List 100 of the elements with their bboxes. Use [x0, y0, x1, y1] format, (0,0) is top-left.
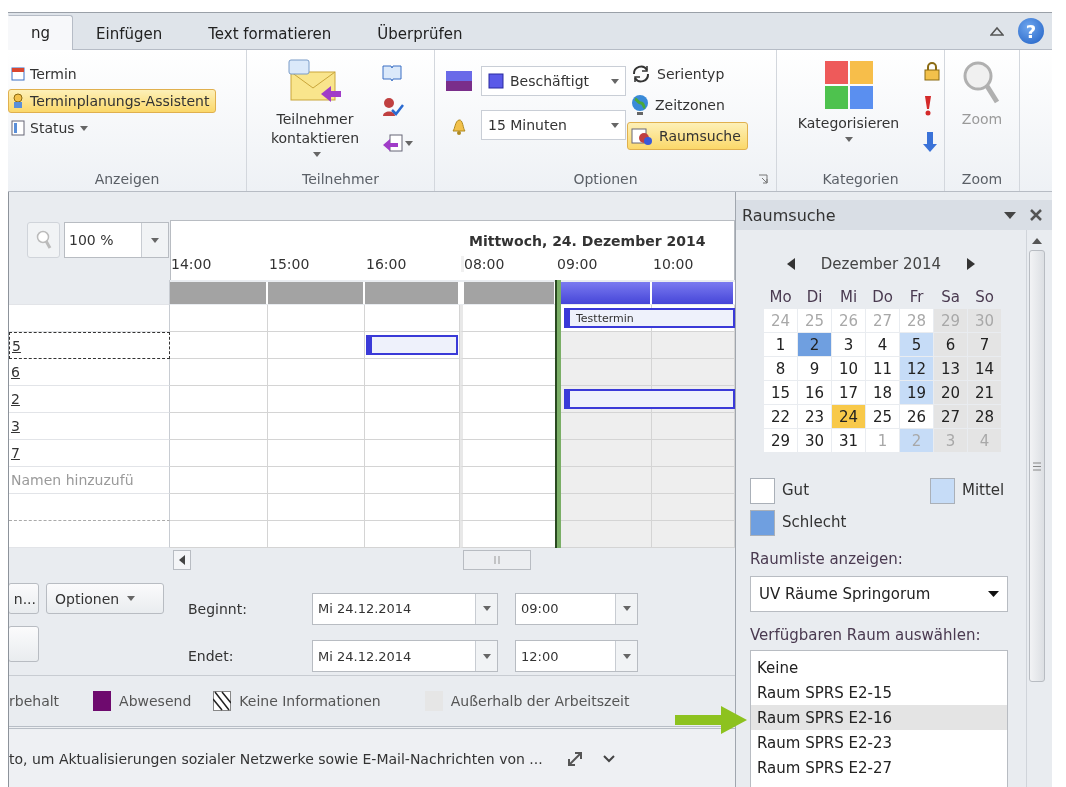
calendar-day[interactable]: 5	[900, 333, 933, 356]
weekday-label: Di	[805, 287, 824, 308]
weekday-label: Do	[871, 287, 894, 308]
room-list[interactable]: Keine Raum SPRS E2-15 Raum SPRS E2-16 Raum SPRS E2-23 Raum SPRS E2-27	[750, 650, 1008, 787]
reminder-dropdown[interactable]: 15 Minuten	[481, 110, 626, 140]
caret-icon	[79, 125, 88, 131]
calendar-day[interactable]: 23	[798, 405, 831, 428]
categorize-button[interactable]: Kategorisieren	[791, 50, 906, 167]
date-field[interactable]: Mi 24.12.2014	[312, 592, 498, 625]
ribbon-button[interactable]: Raumsuche	[627, 122, 748, 150]
calendar-day[interactable]: 3	[832, 333, 865, 356]
zoom-field[interactable]: 100 %	[64, 222, 169, 258]
button[interactable]: Optionen	[46, 583, 164, 614]
calendar-day[interactable]: 17	[832, 381, 865, 404]
calendar-day[interactable]: 21	[968, 381, 1001, 404]
collapse-button[interactable]	[602, 754, 615, 763]
exclamation-icon	[923, 95, 933, 117]
calendar-day[interactable]: 16	[798, 381, 831, 404]
calendar-day[interactable]: 12	[900, 357, 933, 380]
calendar-day[interactable]: 18	[866, 381, 899, 404]
scrollbar-thumb[interactable]	[1029, 250, 1045, 682]
room-item[interactable]: Raum SPRS E2-16	[751, 705, 1007, 730]
scroll-left-button[interactable]	[173, 550, 191, 570]
calendar-day[interactable]: 15	[764, 381, 797, 404]
hatched-swatch-icon	[213, 691, 232, 711]
ribbon-button[interactable]: Zeitzonen	[627, 90, 748, 120]
weekday-label: Mi	[838, 287, 859, 308]
calendar-day[interactable]: 20	[934, 381, 967, 404]
weekday-label: So	[974, 287, 995, 308]
ribbon-button[interactable]: Termin	[8, 62, 217, 86]
calendar-day[interactable]: 29	[764, 429, 797, 452]
calendar-day[interactable]: 8	[764, 357, 797, 380]
time-field[interactable]: 09:00	[515, 592, 638, 625]
dialog-launcher-icon[interactable]	[758, 174, 768, 184]
room-item[interactable]: Keine	[751, 655, 1007, 680]
calendar-day[interactable]: 6	[934, 333, 967, 356]
caret-icon	[611, 122, 619, 128]
calendar-day[interactable]: 31	[832, 429, 865, 452]
close-button[interactable]	[1030, 209, 1042, 221]
calendar-day[interactable]: 4	[866, 333, 899, 356]
room-list-dropdown[interactable]: UV Räume Springorum	[750, 576, 1008, 612]
ribbon-button[interactable]: Status	[8, 116, 217, 140]
caret-icon	[482, 606, 491, 612]
calendar-day[interactable]: 25	[866, 405, 899, 428]
calendar-day[interactable]: 26	[900, 405, 933, 428]
caret-icon	[622, 606, 631, 612]
attendee-name[interactable]: 6	[11, 364, 20, 380]
field-label: Endet:	[188, 648, 235, 665]
calendar-day[interactable]: 28	[968, 405, 1001, 428]
button[interactable]: n...	[9, 583, 39, 614]
attendee-name[interactable]: 7	[11, 445, 20, 461]
pane-menu-button[interactable]	[1004, 211, 1016, 219]
calendar-day[interactable]: 10	[832, 357, 865, 380]
calendar-day[interactable]: 22	[764, 405, 797, 428]
time-label: 16:00	[366, 256, 407, 272]
down-arrow-icon	[923, 131, 937, 153]
month-label: Dezember 2014	[820, 255, 942, 273]
calendar-day[interactable]: 1	[764, 333, 797, 356]
attendee-name[interactable]: 5	[12, 337, 21, 354]
recurrence-icon	[630, 64, 652, 84]
calendar-day[interactable]: 24	[832, 405, 865, 428]
previous-month-button[interactable]	[786, 258, 795, 270]
ribbon-button[interactable]: Terminplanungs-Assistent	[8, 89, 217, 113]
contact-attendees-button[interactable]: Teilnehmer kontaktieren	[255, 50, 375, 167]
room-item[interactable]: Raum SPRS E2-27	[751, 755, 1007, 780]
calendar-day[interactable]: 14	[968, 357, 1001, 380]
tab[interactable]: ng	[8, 15, 74, 50]
calendar-day[interactable]: 7	[968, 333, 1001, 356]
tab[interactable]: Überprüfen	[354, 17, 486, 50]
ribbon-button[interactable]: Serientyp	[627, 60, 748, 88]
person-check-icon	[382, 97, 404, 117]
date-field[interactable]: Mi 24.12.2014	[312, 640, 498, 673]
show-as-dropdown[interactable]: Beschäftigt	[481, 66, 626, 96]
left-triangle-icon	[786, 258, 795, 270]
category-squares-icon	[823, 60, 874, 110]
calendar-day[interactable]: 11	[866, 357, 899, 380]
group-label: Zoom	[961, 171, 1003, 187]
calendar-day[interactable]: 27	[934, 405, 967, 428]
next-month-button[interactable]	[967, 258, 976, 270]
calendar-day[interactable]: 2	[798, 333, 831, 356]
calendar-day[interactable]: 9	[798, 357, 831, 380]
caret-icon	[151, 237, 159, 243]
time-field[interactable]: 12:00	[515, 640, 638, 673]
calendar-day[interactable]: 30	[798, 429, 831, 452]
attendee-name[interactable]: 3	[11, 418, 20, 434]
group-label: Kategorien	[822, 171, 899, 187]
time-label: 15:00	[269, 256, 310, 272]
calendar-day[interactable]: 13	[934, 357, 967, 380]
grip-icon	[1033, 461, 1041, 471]
collapse-ribbon-icon[interactable]	[990, 26, 1004, 36]
room-item[interactable]: Raum SPRS E2-15	[751, 680, 1007, 705]
legend-label: Gut	[782, 481, 809, 499]
room-item[interactable]: Raum SPRS E2-23	[751, 730, 1007, 755]
tab[interactable]: Einfügen	[73, 17, 186, 50]
expand-button[interactable]	[566, 750, 583, 767]
tab[interactable]: Text formatieren	[185, 17, 355, 50]
scrollbar-thumb[interactable]	[463, 550, 531, 570]
calendar-icon	[11, 67, 25, 81]
attendee-name[interactable]: 2	[11, 391, 20, 407]
calendar-day[interactable]: 19	[900, 381, 933, 404]
